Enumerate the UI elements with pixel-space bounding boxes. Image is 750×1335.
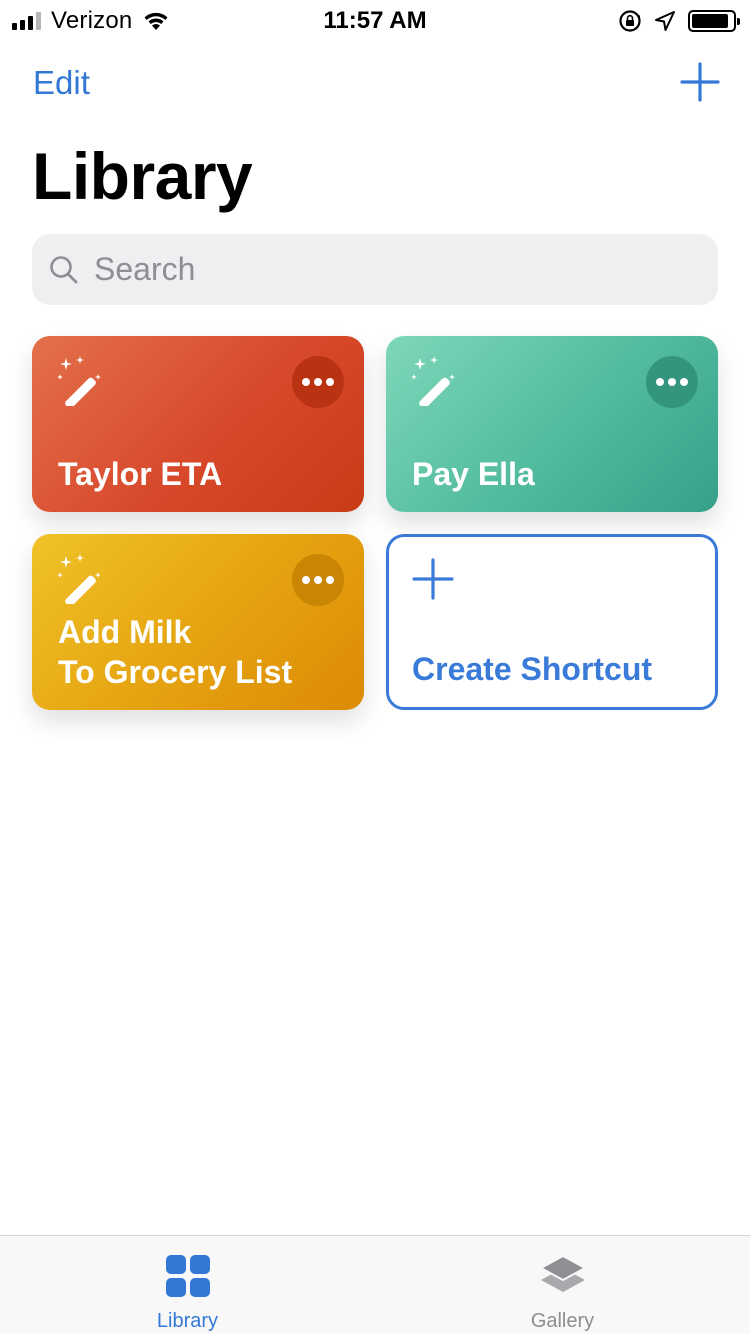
more-options-button[interactable] bbox=[646, 356, 698, 408]
gallery-layers-icon bbox=[538, 1254, 587, 1292]
battery-fill bbox=[692, 14, 728, 28]
library-grid-icon bbox=[165, 1255, 210, 1297]
shortcut-title: Add Milk To Grocery List bbox=[58, 612, 344, 692]
tab-label: Library bbox=[156, 1310, 219, 1332]
more-options-button[interactable] bbox=[292, 554, 344, 606]
tab-label: Gallery bbox=[530, 1310, 595, 1332]
magic-wand-icon bbox=[57, 356, 101, 406]
orientation-lock-icon bbox=[619, 10, 641, 32]
status-right bbox=[618, 6, 740, 36]
magic-wand-icon bbox=[411, 356, 455, 406]
plus-icon bbox=[412, 558, 454, 600]
add-shortcut-plus-icon[interactable] bbox=[678, 60, 722, 104]
more-options-button[interactable] bbox=[292, 356, 344, 408]
shortcut-title: Pay Ella bbox=[412, 456, 535, 492]
cellular-signal-icon bbox=[12, 12, 41, 30]
battery-icon bbox=[688, 10, 740, 32]
shortcut-card-pay-ella[interactable]: Pay Ella bbox=[386, 336, 718, 512]
search-input[interactable] bbox=[94, 251, 694, 288]
status-bar: Verizon 11:57 AM bbox=[0, 0, 750, 40]
shortcut-title: Taylor ETA bbox=[58, 456, 223, 492]
search-icon bbox=[50, 255, 78, 283]
status-time: 11:57 AM bbox=[323, 7, 427, 34]
edit-button[interactable]: Edit bbox=[33, 64, 90, 102]
magic-wand-icon bbox=[57, 554, 101, 604]
search-bar[interactable] bbox=[32, 234, 718, 305]
carrier-name: Verizon bbox=[51, 7, 133, 34]
status-left: Verizon bbox=[12, 6, 170, 36]
tab-library[interactable]: Library bbox=[0, 1236, 375, 1335]
shortcut-card-taylor-eta[interactable]: Taylor ETA bbox=[32, 336, 364, 512]
shortcut-title-line1: Add Milk bbox=[58, 614, 192, 650]
page-title: Library bbox=[32, 139, 253, 213]
create-shortcut-label: Create Shortcut bbox=[412, 651, 653, 687]
create-shortcut-button[interactable]: Create Shortcut bbox=[386, 534, 718, 710]
shortcut-card-add-milk[interactable]: Add Milk To Grocery List bbox=[32, 534, 364, 710]
location-arrow-icon bbox=[655, 11, 675, 31]
shortcut-title-line2: To Grocery List bbox=[58, 654, 293, 690]
wifi-icon bbox=[144, 12, 168, 30]
tab-gallery[interactable]: Gallery bbox=[375, 1236, 750, 1335]
tab-bar: Library Gallery bbox=[0, 1235, 750, 1334]
